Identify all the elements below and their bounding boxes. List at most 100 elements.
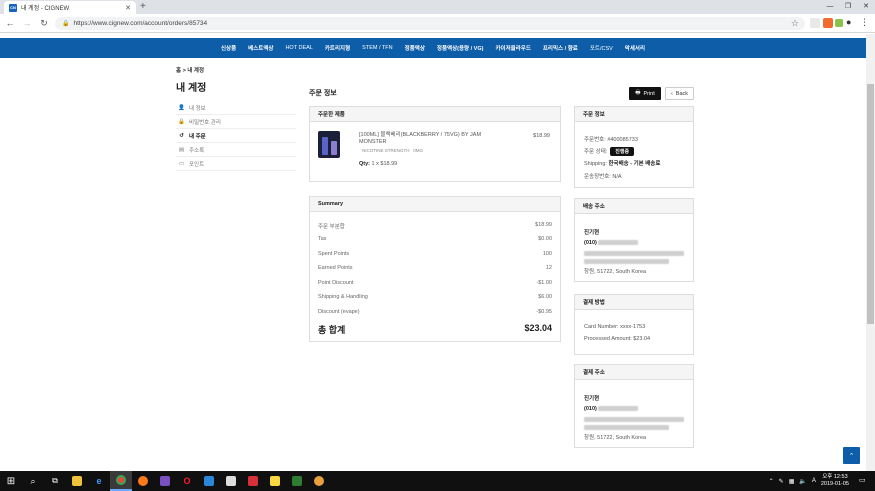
address-bar[interactable]: 🔒 https://www.cignew.com/account/orders/… (55, 17, 805, 30)
back-arrow-icon[interactable]: ← (3, 18, 17, 28)
network-icon[interactable]: ▦ (789, 478, 795, 485)
summary-row: Earned Points 12 (318, 265, 552, 271)
os-taskbar: ⊞ ⌕ ⧉ e O ⌃ ✎ ▦ 🔈 A 오후 12:53 2019-01-05 … (0, 471, 875, 491)
sidemenu-item-orders[interactable]: ↺ 내 주문 (176, 129, 296, 143)
minimize-icon[interactable]: — (821, 0, 839, 14)
pen-icon[interactable]: ✎ (779, 478, 784, 485)
sidemenu-item-profile[interactable]: 👤 내 정보 (176, 101, 296, 115)
bookmark-star-icon[interactable]: ☆ (791, 18, 799, 29)
billing-phone: (010) (584, 406, 639, 412)
extension-icon[interactable] (835, 19, 843, 27)
product-qty: Qty: 1 x $18.99 (359, 161, 398, 167)
points-icon: ▭ (178, 160, 185, 167)
profile-icon[interactable]: ● (846, 17, 851, 27)
payment-method-card: 결제 방법 Card Number: xxxx-1753 Processed A… (574, 294, 694, 355)
history-icon: ↺ (179, 132, 184, 139)
billing-address-card: 결제 주소 진기현 (010) 창원, 51722, South Korea (574, 364, 694, 448)
redacted-text (584, 425, 669, 431)
clock[interactable]: 오후 12:53 2019-01-05 (821, 474, 849, 488)
new-tab-icon[interactable]: + (140, 1, 146, 13)
address-city: 창원, 51722, South Korea (584, 269, 647, 275)
menu-dots-icon[interactable]: ⋮ (860, 17, 869, 28)
addressbook-icon: ▤ (178, 146, 185, 153)
store-icon[interactable] (220, 471, 242, 491)
chrome-icon[interactable] (110, 471, 132, 491)
summary-row: Discount (evape) -$0.95 (318, 309, 552, 315)
sticky-notes-icon[interactable] (264, 471, 286, 491)
close-tab-icon[interactable]: ✕ (125, 4, 131, 12)
summary-card: Summary 주문 부분합 $18.99 Tax $0.00 Spent Poin… (309, 196, 561, 342)
card-header: Summary (310, 197, 560, 212)
nav-item[interactable]: 카이저클라우드 (489, 44, 536, 52)
summary-row: Shipping & Handling $6.00 (318, 294, 552, 300)
nav-item[interactable]: 카트리지형 (319, 44, 356, 52)
page-scrollbar[interactable] (866, 34, 875, 471)
app-icon[interactable] (308, 471, 330, 491)
status-badge: 진행중 (610, 147, 635, 156)
ime-icon[interactable]: A (812, 478, 816, 484)
task-view-icon[interactable]: ⧉ (44, 471, 66, 491)
nav-item[interactable]: 악세서리 (619, 44, 651, 52)
restore-icon[interactable]: ❐ (839, 0, 857, 14)
product-name[interactable]: [100ML] 블랙베리(BLACKBERRY / 75VG) BY JAM M… (359, 132, 499, 145)
scrollbar-thumb[interactable] (867, 84, 874, 324)
opera-icon[interactable]: O (176, 471, 198, 491)
summary-row: Point Discount -$1.00 (318, 280, 552, 286)
windows-start-icon[interactable]: ⊞ (0, 471, 22, 491)
volume-icon[interactable]: 🔈 (799, 478, 806, 485)
recipient-name: 진기현 (584, 230, 600, 236)
search-icon[interactable]: ⌕ (22, 471, 44, 491)
nav-item[interactable]: 정품액상 (399, 44, 431, 52)
sidemenu-item-password[interactable]: 🔒 비밀번호 관리 (176, 115, 296, 129)
card-header: 결제 주소 (575, 365, 693, 380)
nav-item[interactable]: 정품액상(용량 / VG) (431, 44, 490, 52)
app-icon[interactable] (242, 471, 264, 491)
summary-total: 총 합계 $23.04 (318, 323, 552, 335)
back-button[interactable]: ‹ Back (665, 87, 694, 100)
printer-icon: 🖶 (635, 90, 641, 96)
redacted-text (584, 417, 684, 423)
print-button[interactable]: 🖶 Print (629, 87, 661, 100)
extension-icon[interactable] (823, 18, 833, 28)
address-city: 창원, 51722, South Korea (584, 435, 647, 441)
firefox-icon[interactable] (132, 471, 154, 491)
product-image[interactable] (318, 131, 340, 158)
scroll-to-top-button[interactable]: ⌃ (843, 447, 860, 464)
nav-item[interactable]: HOT DEAL (279, 45, 318, 51)
app-icon[interactable] (154, 471, 176, 491)
close-window-icon[interactable]: ✕ (857, 0, 875, 14)
nav-item[interactable]: 신상품 (215, 44, 242, 52)
browser-tab[interactable]: CN 내 계정 - CIGNEW ✕ (4, 1, 136, 14)
edge-icon[interactable]: e (88, 471, 110, 491)
nav-item[interactable]: 베스트액상 (242, 44, 279, 52)
processed-amount: Processed Amount: $23.04 (584, 336, 651, 342)
sidemenu-item-addressbook[interactable]: ▤ 주소록 (176, 143, 296, 157)
address-line (584, 425, 669, 431)
nav-item[interactable]: STEM / TFN (356, 45, 398, 51)
product-price: $18.99 (533, 133, 550, 139)
page-title: 내 계정 (176, 83, 207, 94)
notification-icon[interactable]: ▭ (859, 476, 869, 486)
order-info-card: 주문 정보 주문번호: #400085733 주문 상태: 진행중 Shippin… (574, 106, 694, 188)
chevron-up-icon[interactable]: ⌃ (769, 478, 774, 485)
card-header: 주문한 제품 (310, 107, 560, 122)
summary-row: Tax $0.00 (318, 236, 552, 242)
app-icon[interactable] (286, 471, 308, 491)
forward-arrow-icon[interactable]: → (20, 18, 34, 28)
system-tray: ⌃ ✎ ▦ 🔈 A 오후 12:53 2019-01-05 (769, 471, 849, 491)
address-line (584, 251, 684, 257)
product-option: NICOTINE STRENGTH 0MG (362, 148, 424, 153)
extension-icon[interactable] (810, 18, 820, 28)
summary-row: Spent Points 100 (318, 251, 552, 257)
nav-item[interactable]: 포트/CSV (584, 44, 619, 52)
card-header: 주문 정보 (575, 107, 693, 122)
explorer-icon[interactable] (66, 471, 88, 491)
breadcrumb-home[interactable]: 홈 (176, 68, 181, 74)
summary-row: 주문 부분합 $18.99 (318, 222, 552, 230)
reload-icon[interactable]: ↻ (37, 18, 51, 29)
sidemenu-item-points[interactable]: ▭ 포인트 (176, 157, 296, 171)
redacted-text (598, 406, 639, 412)
nav-item[interactable]: 프리믹스 / 향료 (537, 44, 584, 52)
account-sidemenu: 👤 내 정보 🔒 비밀번호 관리 ↺ 내 주문 ▤ 주소록 ▭ 포인트 (176, 101, 296, 171)
app-icon[interactable] (198, 471, 220, 491)
